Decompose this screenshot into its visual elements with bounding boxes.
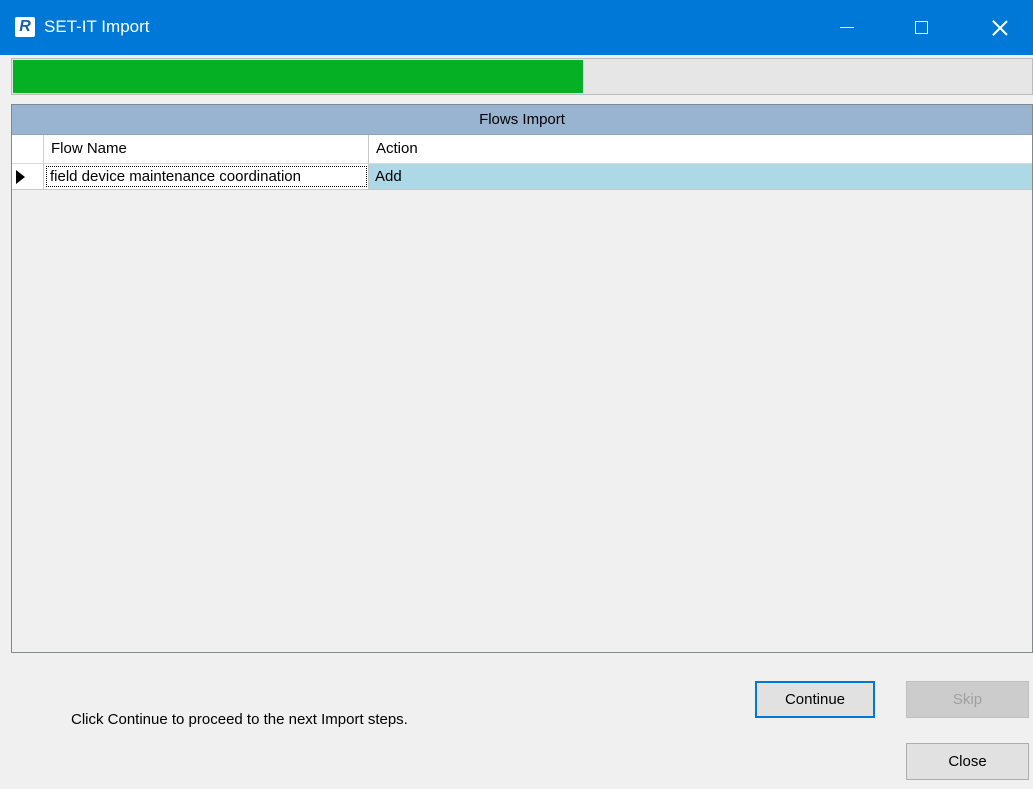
app-icon-letter: R [19, 18, 31, 35]
app-icon: R [15, 17, 35, 37]
minimize-button[interactable] [817, 0, 877, 55]
table-row[interactable]: field device maintenance coordination Ad… [12, 163, 1032, 190]
continue-button[interactable]: Continue [755, 681, 875, 718]
row-selector[interactable] [12, 164, 44, 189]
flows-import-grid[interactable]: Flows Import Flow Name Action field devi… [11, 104, 1033, 653]
maximize-button[interactable] [891, 0, 951, 55]
import-window: R SET-IT Import Flows Import Flow Name A… [0, 0, 1033, 789]
close-button[interactable]: Close [906, 743, 1029, 780]
row-header-corner [12, 135, 44, 163]
progress-fill [13, 60, 583, 93]
maximize-icon [914, 21, 928, 34]
import-progress-bar [11, 58, 1033, 95]
close-window-button[interactable] [970, 0, 1030, 55]
minimize-icon [840, 27, 854, 28]
column-header-flow-name[interactable]: Flow Name [44, 135, 369, 163]
instruction-text: Click Continue to proceed to the next Im… [71, 711, 408, 728]
skip-button[interactable]: Skip [906, 681, 1029, 718]
row-pointer-icon [16, 170, 25, 184]
close-icon [992, 20, 1008, 36]
column-header-action[interactable]: Action [369, 135, 1032, 163]
grid-column-headers: Flow Name Action [12, 135, 1032, 163]
grid-caption: Flows Import [12, 105, 1032, 135]
title-bar[interactable]: R SET-IT Import [0, 0, 1033, 55]
window-title: SET-IT Import [44, 17, 150, 36]
cell-action[interactable]: Add [369, 164, 1032, 189]
cell-flow-name[interactable]: field device maintenance coordination [44, 164, 369, 189]
